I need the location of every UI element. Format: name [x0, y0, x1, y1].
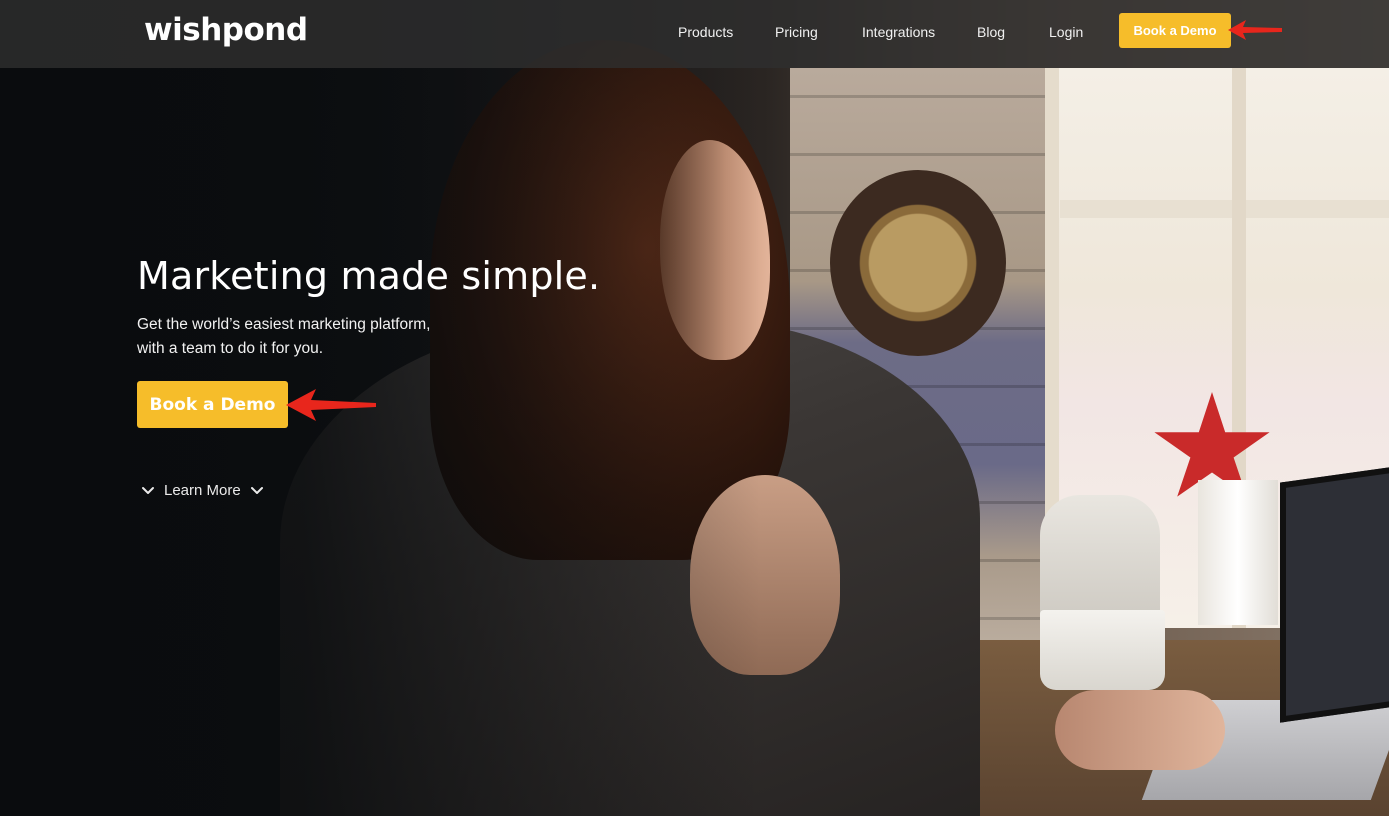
- nav-link-integrations[interactable]: Integrations: [862, 24, 935, 40]
- wishpond-logo[interactable]: wishpond: [144, 12, 308, 48]
- wall-clock-image: [830, 170, 1006, 356]
- hero-subheading-line-1: Get the world’s easiest marketing platfo…: [137, 316, 431, 333]
- red-arrow-icon: [1228, 20, 1282, 40]
- red-arrow-icon: [286, 389, 376, 421]
- learn-more-label: Learn More: [164, 481, 241, 499]
- top-navigation: wishpond Products Pricing Integrations B…: [0, 0, 1389, 68]
- hero-subheading-line-2: with a team to do it for you.: [137, 340, 324, 357]
- nav-link-products[interactable]: Products: [678, 24, 733, 40]
- chevron-down-icon: [250, 483, 264, 497]
- hero-subheading: Get the world’s easiest marketing platfo…: [137, 313, 497, 361]
- nav-link-login[interactable]: Login: [1049, 24, 1083, 40]
- nav-link-pricing[interactable]: Pricing: [775, 24, 818, 40]
- person-hand-image: [1055, 690, 1225, 770]
- hero-headline: Marketing made simple.: [137, 254, 601, 298]
- laptop-screen-image: [1280, 467, 1389, 723]
- learn-more-link[interactable]: Learn More: [141, 478, 264, 502]
- nav-link-blog[interactable]: Blog: [977, 24, 1005, 40]
- window-frame: [1060, 200, 1389, 218]
- nav-book-demo-button[interactable]: Book a Demo: [1119, 13, 1231, 48]
- paper-towel-image: [1198, 480, 1278, 625]
- chevron-down-icon: [141, 483, 155, 497]
- hero-overlay: [0, 0, 760, 816]
- mug-image: [1040, 610, 1165, 690]
- hero-book-demo-button[interactable]: Book a Demo: [137, 381, 288, 428]
